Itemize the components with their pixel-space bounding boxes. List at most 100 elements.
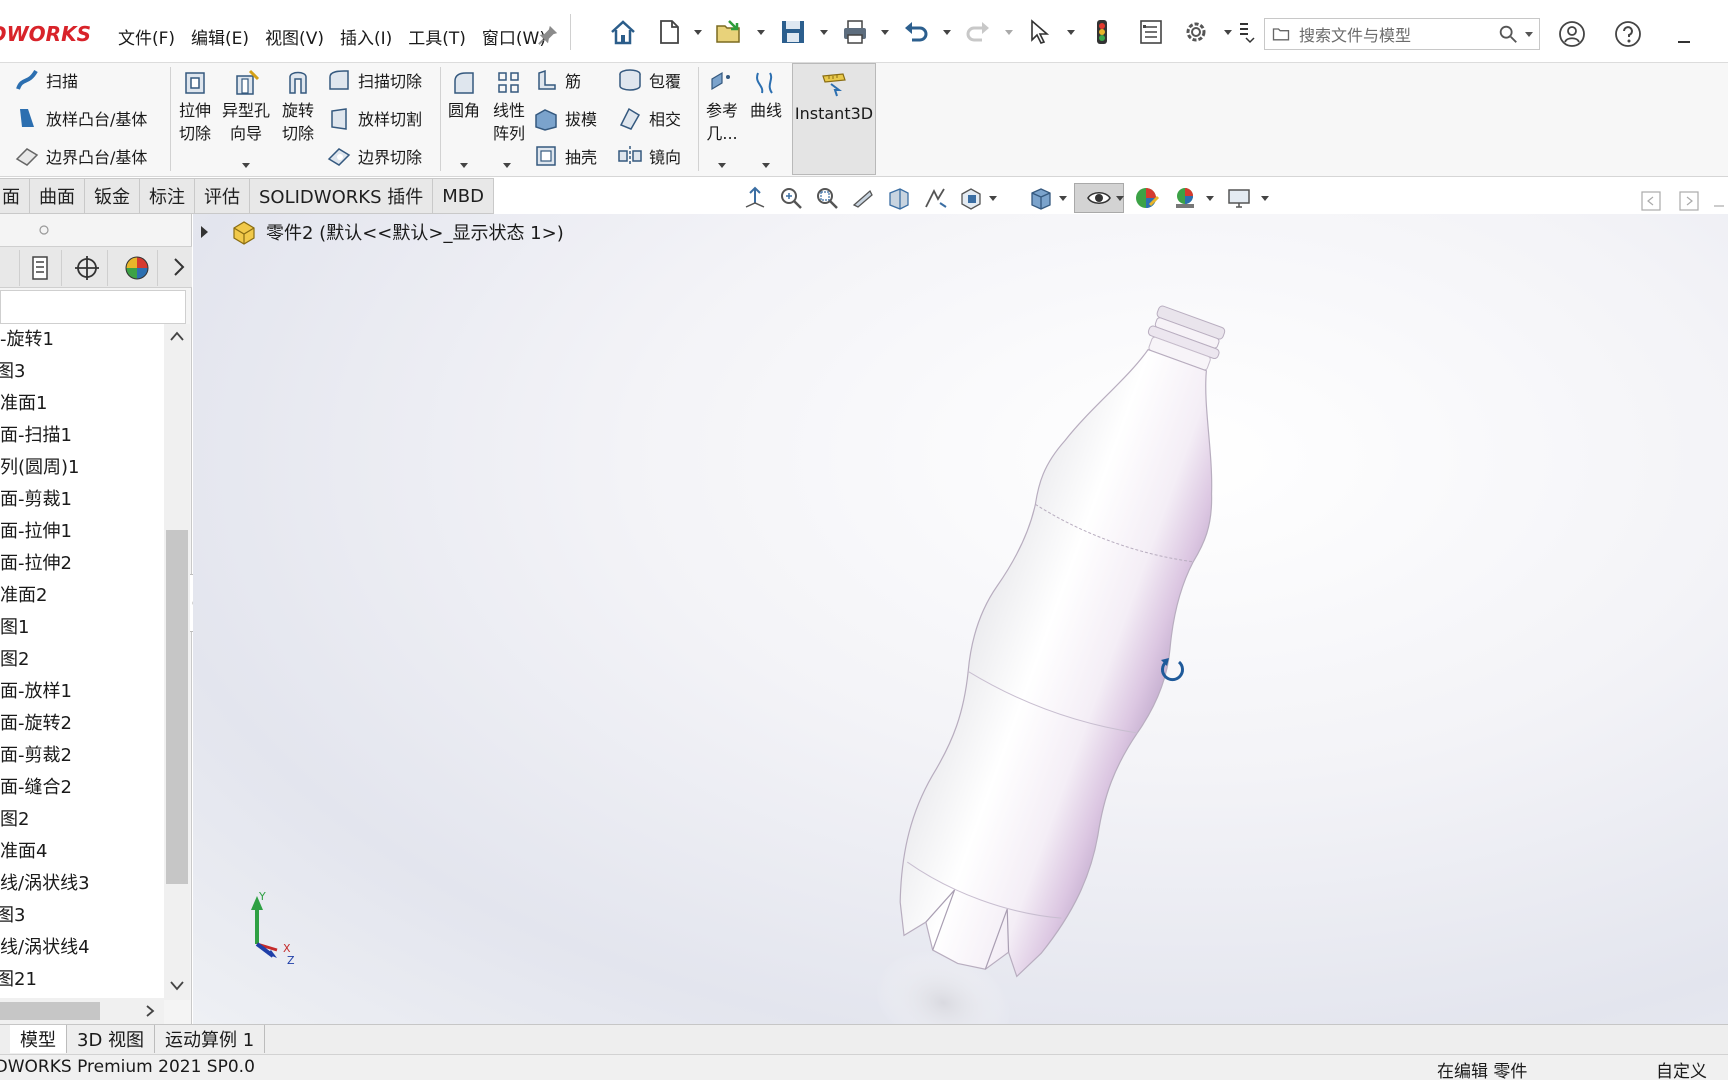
graphics-area[interactable]: 零件2 (默认<<默认>_显示状态 1>) Y X Z <box>193 214 1728 1024</box>
tree-item[interactable]: 草图1 <box>0 612 164 644</box>
open-folder-icon[interactable] <box>714 17 744 47</box>
tree-item[interactable]: 曲面-旋转2 <box>0 708 164 740</box>
new-document-icon[interactable] <box>654 17 684 47</box>
tree-item[interactable]: 草图2 <box>0 804 164 836</box>
menu-insert[interactable]: 插入(I) <box>332 20 400 53</box>
tree-item[interactable]: 草图3 <box>0 900 164 932</box>
tree-item[interactable]: 基准面4 <box>0 836 164 868</box>
menu-file[interactable]: 文件(F) <box>110 20 183 53</box>
scroll-down-icon[interactable] <box>169 980 185 992</box>
search-dropdown-icon[interactable] <box>1525 31 1533 37</box>
display-style-icon[interactable] <box>1026 183 1056 213</box>
tree-item[interactable]: 曲面-放样1 <box>0 676 164 708</box>
undo-dropdown-icon[interactable] <box>943 30 951 35</box>
tab-3d-views[interactable]: 3D 视图 <box>67 1025 156 1053</box>
manager-tabs-more-icon[interactable] <box>172 257 186 277</box>
tree-item[interactable]: 曲面-拉伸2 <box>0 548 164 580</box>
reference-geometry-dropdown-icon[interactable] <box>718 163 726 168</box>
save-icon[interactable] <box>778 17 808 47</box>
dynamic-annotation-icon[interactable] <box>920 183 950 213</box>
help-icon[interactable] <box>1614 20 1642 48</box>
scroll-thumb[interactable] <box>166 530 188 884</box>
rebuild-traffic-light-icon[interactable] <box>1087 17 1117 47</box>
tab-markup[interactable]: 标注 <box>140 178 195 214</box>
menu-edit[interactable]: 编辑(E) <box>183 20 257 53</box>
boundary-boss-button[interactable]: 边界凸台/基体 <box>14 143 147 169</box>
open-dropdown-icon[interactable] <box>757 30 765 35</box>
search-placeholder[interactable]: 搜索文件与模型 <box>1299 22 1497 46</box>
part-tree-root[interactable]: 零件2 (默认<<默认>_显示状态 1>) <box>201 218 564 246</box>
fillet-dropdown-icon[interactable] <box>460 163 468 168</box>
extruded-cut-button[interactable]: 拉伸 切除 <box>175 69 215 145</box>
swept-cut-button[interactable]: 扫描切除 <box>326 67 422 93</box>
tab-feature-manager[interactable] <box>0 250 20 286</box>
expand-arrow-icon[interactable] <box>201 226 208 238</box>
shell-button[interactable]: 抽壳 <box>533 143 597 169</box>
tree-item[interactable]: 曲面-缝合2 <box>0 772 164 804</box>
panel-grip-icon[interactable] <box>38 224 50 236</box>
linear-pattern-dropdown-icon[interactable] <box>503 163 511 168</box>
home-icon[interactable] <box>608 17 638 47</box>
tree-item[interactable]: 螺旋线/涡状线4 <box>0 932 164 964</box>
search-icon[interactable] <box>1497 23 1519 45</box>
tab-features[interactable]: 面 <box>0 178 30 214</box>
tree-item[interactable]: 草图21 <box>0 964 164 996</box>
print-icon[interactable] <box>840 17 870 47</box>
tree-item[interactable]: 草图2 <box>0 644 164 676</box>
new-dropdown-icon[interactable] <box>694 30 702 35</box>
options-dropdown-icon[interactable] <box>1224 30 1232 35</box>
tree-item[interactable]: 草图3 <box>0 356 164 388</box>
tree-item[interactable]: 基准面1 <box>0 388 164 420</box>
hide-show-dropdown-icon[interactable] <box>1116 196 1124 201</box>
lofted-cut-button[interactable]: 放样切割 <box>326 105 422 131</box>
reference-geometry-button[interactable]: 参考 几... <box>702 69 742 145</box>
toolbar-overflow-icon[interactable] <box>1236 17 1256 47</box>
view-settings-monitor-icon[interactable] <box>1224 183 1254 213</box>
scroll-up-icon[interactable] <box>169 330 185 342</box>
view-settings-dropdown-icon[interactable] <box>1261 196 1269 201</box>
tree-vertical-scrollbar[interactable] <box>164 324 190 1000</box>
edit-appearance-icon[interactable] <box>1132 183 1162 213</box>
fillet-button[interactable]: 圆角 <box>444 69 484 122</box>
viewport-expand-right-icon[interactable] <box>1678 190 1700 212</box>
hole-wizard-dropdown-icon[interactable] <box>242 163 250 168</box>
menu-tools[interactable]: 工具(T) <box>400 20 474 53</box>
tab-configuration-manager[interactable] <box>66 250 108 286</box>
tree-item[interactable]: 阵列(圆周)1 <box>0 452 164 484</box>
select-dropdown-icon[interactable] <box>1067 30 1075 35</box>
menu-view[interactable]: 视图(V) <box>257 20 332 53</box>
file-properties-icon[interactable] <box>1136 17 1166 47</box>
print-dropdown-icon[interactable] <box>881 30 889 35</box>
sweep-boss-button[interactable]: 扫描 <box>14 67 78 93</box>
tree-item[interactable]: 面-旋转1 <box>0 324 164 356</box>
search-box[interactable]: 搜索文件与模型 <box>1264 18 1540 50</box>
intersect-button[interactable]: 相交 <box>617 105 681 131</box>
tab-addins[interactable]: SOLIDWORKS 插件 <box>250 178 434 214</box>
draft-button[interactable]: 拔模 <box>533 105 597 131</box>
view-orientation-icon[interactable] <box>956 183 986 213</box>
apply-scene-icon[interactable] <box>1170 183 1200 213</box>
curves-dropdown-icon[interactable] <box>762 163 770 168</box>
revolved-cut-button[interactable]: 旋转 切除 <box>278 69 318 145</box>
undo-icon[interactable] <box>901 17 931 47</box>
linear-pattern-button[interactable]: 线性 阵列 <box>488 69 530 145</box>
tree-item[interactable]: 曲面-剪裁2 <box>0 740 164 772</box>
tab-mbd[interactable]: MBD <box>433 178 494 214</box>
rib-button[interactable]: 筋 <box>533 67 581 93</box>
hscroll-thumb[interactable] <box>0 1002 100 1020</box>
save-dropdown-icon[interactable] <box>820 30 828 35</box>
view-orientation-dropdown-icon[interactable] <box>989 196 997 201</box>
bottle-3d-model[interactable] <box>813 254 1313 1024</box>
select-cursor-icon[interactable] <box>1024 17 1054 47</box>
boundary-cut-button[interactable]: 边界切除 <box>326 143 422 169</box>
tree-filter-input[interactable] <box>0 290 186 324</box>
tab-surfaces[interactable]: 曲面 <box>30 178 85 214</box>
previous-view-icon[interactable] <box>848 183 878 213</box>
pin-icon[interactable] <box>537 24 561 48</box>
status-units-custom[interactable]: 自定义 <box>1656 1057 1707 1080</box>
section-view-icon[interactable] <box>884 183 914 213</box>
view-orientation-normal-icon[interactable] <box>740 183 770 213</box>
tree-horizontal-scrollbar[interactable] <box>0 998 164 1024</box>
scroll-right-icon[interactable] <box>144 1004 156 1018</box>
viewport-expand-left-icon[interactable] <box>1640 190 1662 212</box>
